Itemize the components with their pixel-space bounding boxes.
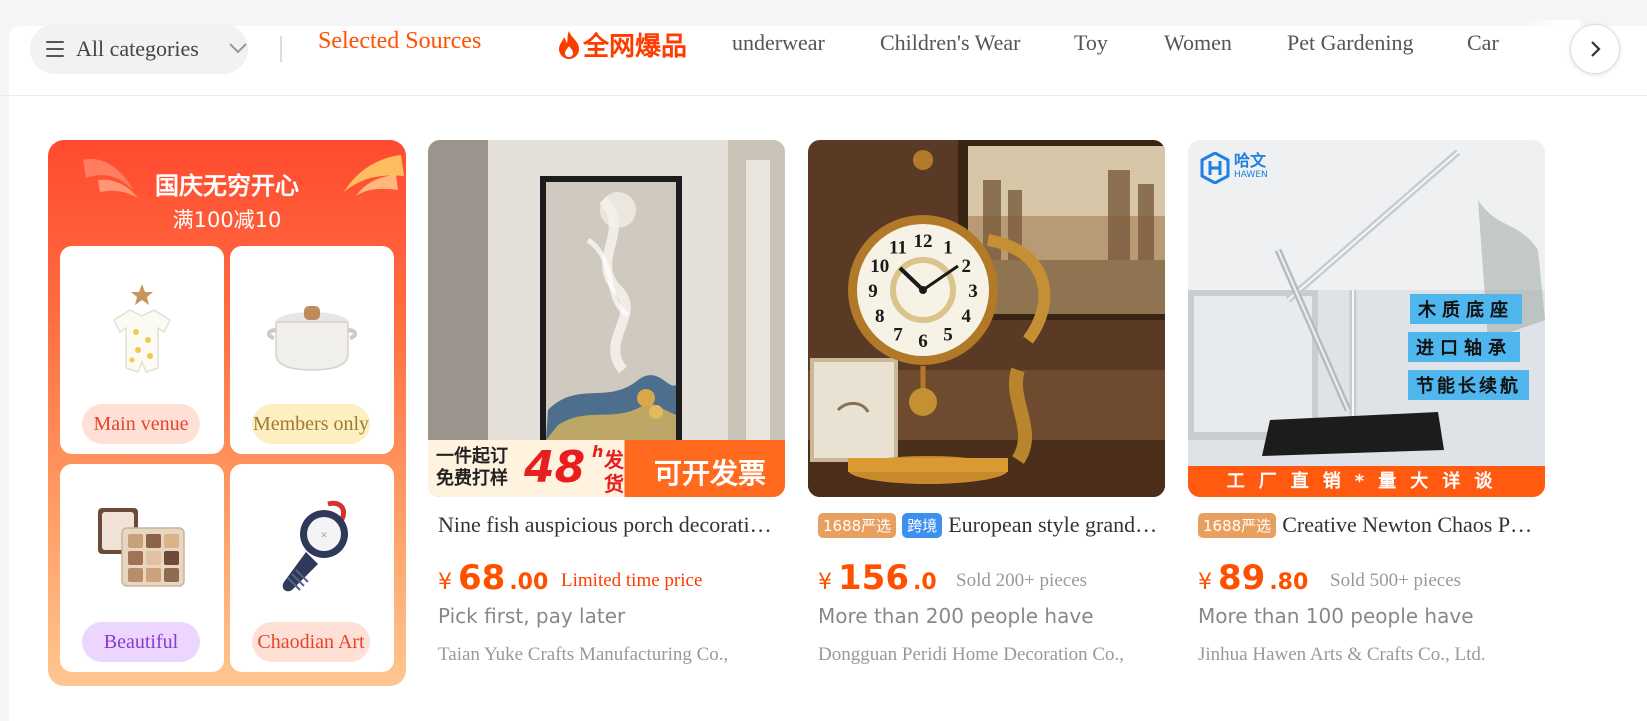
eyeshadow-palette-icon xyxy=(98,508,185,587)
clock-numeral: 7 xyxy=(893,324,903,345)
clock-numeral: 1 xyxy=(943,238,953,259)
clock-numeral: 9 xyxy=(868,281,878,302)
chevron-right-icon xyxy=(1591,41,1601,57)
hot-products-label: 全网爆品 xyxy=(583,32,688,62)
product-image: 12 1 2 3 4 5 6 7 8 9 10 11 xyxy=(808,140,1165,497)
product-price: ¥68.00 xyxy=(438,558,549,598)
sold-count: Sold 200+ pieces xyxy=(956,570,1088,591)
clock-numeral: 5 xyxy=(943,324,953,345)
chaodian-art-label: Chaodian Art xyxy=(252,622,370,662)
sold-count: Sold 500+ pieces xyxy=(1330,570,1462,591)
promo-tile-beautiful[interactable]: Beautiful xyxy=(60,464,224,672)
usb-charger-icon: ✕ xyxy=(282,500,348,592)
product-card[interactable]: 一件起订 免费打样 48 h 发 货 可开发票 Nine fish auspic… xyxy=(428,140,785,700)
product-card[interactable]: 12 1 2 3 4 5 6 7 8 9 10 11 1688严选 跨境 European style… xyxy=(808,140,1165,700)
clock-numeral: 8 xyxy=(875,306,885,327)
clock-numeral: 2 xyxy=(962,256,972,277)
promo-tile-members-only[interactable]: Members only xyxy=(230,246,394,454)
banner-text: 一件起订 xyxy=(436,446,508,467)
tab-women[interactable]: Women xyxy=(1164,30,1232,56)
all-categories-button[interactable]: All categories xyxy=(30,24,248,74)
feature-label: 节能长续航 xyxy=(1408,370,1529,400)
yanxuan-badge: 1688严选 xyxy=(818,512,897,538)
tab-car[interactable]: Car xyxy=(1467,30,1499,56)
limited-price-tag: Limited time price xyxy=(561,570,703,591)
clock-numeral: 3 xyxy=(968,281,978,302)
promo-banner: 一件起订 免费打样 48 h 发 货 可开发票 xyxy=(428,440,785,497)
feature-label: 进口轴承 xyxy=(1408,332,1520,362)
supplier-name[interactable]: Jinhua Hawen Arts & Crafts Co., Ltd. xyxy=(1198,644,1486,666)
all-categories-label: All categories xyxy=(76,36,199,61)
clock-numeral: 11 xyxy=(889,238,907,259)
svg-text:✕: ✕ xyxy=(320,531,328,541)
baby-romper-icon xyxy=(113,284,171,373)
hawen-logo-icon xyxy=(1200,152,1230,184)
banner-text: 免费打样 xyxy=(436,468,508,489)
tab-selected-sources[interactable]: Selected Sources xyxy=(318,28,481,55)
promo-tile-main-venue[interactable]: Main venue xyxy=(60,246,224,454)
product-info: More than 200 people have xyxy=(818,604,1094,628)
supplier-name[interactable]: Taian Yuke Crafts Manufacturing Co., xyxy=(438,644,728,666)
promo-card[interactable]: 国庆无穷开心 满100减10 Main venue Members only B… xyxy=(48,140,406,686)
tab-pet-gardening[interactable]: Pet Gardening xyxy=(1287,30,1413,56)
clock-numeral: 6 xyxy=(918,331,928,352)
promo-subtitle: 满100减10 xyxy=(172,208,282,232)
flame-icon xyxy=(559,30,579,59)
chevron-down-icon xyxy=(229,43,247,54)
product-card[interactable]: 哈文 HAWEN 木质底座 进口轴承 节能长续航 工厂直销*量大详谈 1688严… xyxy=(1188,140,1545,700)
promo-tile-chaodian-art[interactable]: ✕ Chaodian Art xyxy=(230,464,394,672)
banner-text: 货 xyxy=(604,472,624,496)
feature-label: 木质底座 xyxy=(1410,294,1522,324)
banner-text: h xyxy=(592,442,604,461)
product-image: 一件起订 免费打样 48 h 发 货 可开发票 xyxy=(428,140,785,497)
product-title[interactable]: 1688严选 跨境 European style grandfather clo… xyxy=(818,512,1158,538)
factory-banner: 工厂直销*量大详谈 xyxy=(1188,466,1545,497)
clock-numeral: 10 xyxy=(870,256,889,277)
product-title[interactable]: 1688严选 Creative Newton Chaos Pendulum xyxy=(1198,512,1538,538)
promo-title: 国庆无穷开心 xyxy=(155,172,299,200)
tab-toy[interactable]: Toy xyxy=(1074,30,1108,56)
main-venue-label: Main venue xyxy=(82,404,200,444)
supplier-name[interactable]: Dongguan Peridi Home Decoration Co., xyxy=(818,644,1124,666)
product-info: Pick first, pay later xyxy=(438,604,626,628)
tab-childrens-wear[interactable]: Children's Wear xyxy=(880,30,1020,56)
banner-invoice-text: 可开发票 xyxy=(654,457,767,490)
members-only-label: Members only xyxy=(252,404,370,444)
nav-next-button[interactable] xyxy=(1570,24,1620,74)
product-price: ¥89.80 xyxy=(1198,558,1309,598)
casserole-pot-icon xyxy=(267,306,357,371)
product-image: 哈文 HAWEN 木质底座 进口轴承 节能长续航 工厂直销*量大详谈 xyxy=(1188,140,1545,497)
product-title[interactable]: Nine fish auspicious porch decorative pa… xyxy=(438,512,778,538)
product-info: More than 100 people have xyxy=(1198,604,1474,628)
category-nav: All categories Selected Sources 全网爆品 und… xyxy=(0,0,1647,96)
clock-numeral: 12 xyxy=(914,231,933,252)
brand-logo: 哈文 HAWEN xyxy=(1200,152,1268,184)
tab-underwear[interactable]: underwear xyxy=(732,30,825,56)
cross-border-badge: 跨境 xyxy=(902,512,943,538)
tab-hot-products[interactable]: 全网爆品 xyxy=(555,26,687,63)
yanxuan-badge: 1688严选 xyxy=(1198,512,1277,538)
banner-48h-number: 48 xyxy=(524,442,586,493)
beautiful-label: Beautiful xyxy=(82,622,200,662)
clock-numeral: 4 xyxy=(962,306,972,327)
product-price: ¥156.0 xyxy=(818,558,937,598)
menu-icon xyxy=(46,41,64,57)
nav-divider xyxy=(280,36,282,62)
